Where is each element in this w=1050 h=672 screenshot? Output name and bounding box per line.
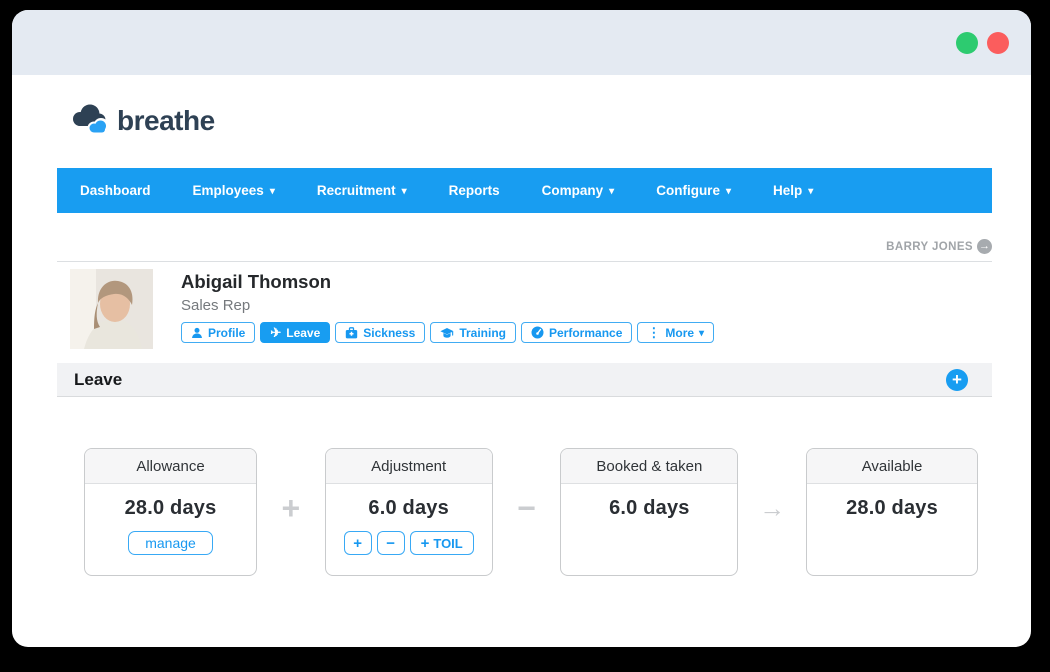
allowance-card-title: Allowance (85, 449, 256, 484)
caret-down-icon: ▾ (699, 329, 704, 339)
add-adjustment-button[interactable]: + (344, 531, 372, 555)
window-titlebar (12, 10, 1031, 75)
tab-more[interactable]: ⋮ More ▾ (637, 322, 714, 343)
person-icon (191, 327, 203, 339)
subtract-adjustment-button[interactable]: − (377, 531, 405, 555)
employee-header: Abigail Thomson Sales Rep Profile ✈ Leav… (57, 269, 992, 349)
nav-item-employees[interactable]: Employees ▾ (172, 168, 296, 213)
available-card: Available 28.0 days (806, 448, 978, 576)
adjustment-value: 6.0 days (368, 497, 449, 520)
nav-item-configure[interactable]: Configure ▾ (635, 168, 752, 213)
available-card-title: Available (807, 449, 977, 484)
tab-leave[interactable]: ✈ Leave (260, 322, 330, 343)
graduation-cap-icon (440, 327, 454, 339)
tab-training[interactable]: Training (430, 322, 516, 343)
nav-item-reports[interactable]: Reports (428, 168, 521, 213)
window-control-green[interactable] (956, 32, 978, 54)
window-control-red[interactable] (987, 32, 1009, 54)
employee-role: Sales Rep (181, 297, 714, 314)
brand-logo[interactable]: breathe (70, 102, 1031, 140)
current-user-name: BARRY JONES (886, 241, 973, 253)
main-nav: Dashboard Employees ▾ Recruitment ▾ Repo… (57, 168, 992, 213)
current-user-link[interactable]: BARRY JONES → (57, 239, 992, 254)
leave-section-header: Leave + (57, 363, 992, 397)
nav-item-company[interactable]: Company ▾ (521, 168, 636, 213)
caret-down-icon: ▾ (726, 187, 731, 197)
caret-down-icon: ▾ (402, 187, 407, 197)
employee-photo (70, 269, 153, 349)
booked-taken-card-title: Booked & taken (561, 449, 737, 484)
cloud-logo-icon (70, 103, 112, 140)
section-title: Leave (74, 370, 122, 390)
available-value: 28.0 days (846, 497, 938, 520)
nav-item-dashboard[interactable]: Dashboard (59, 168, 172, 213)
caret-down-icon: ▾ (609, 187, 614, 197)
brand-name: breathe (117, 105, 215, 137)
employee-tabs: Profile ✈ Leave (181, 322, 714, 343)
manage-allowance-button[interactable]: manage (128, 531, 213, 555)
caret-down-icon: ▾ (808, 187, 813, 197)
arrow-right-operator: → (738, 448, 806, 576)
adjustment-card-title: Adjustment (326, 449, 492, 484)
tab-performance[interactable]: Performance (521, 322, 632, 343)
vertical-dots-icon: ⋮ (647, 326, 660, 339)
airplane-icon: ✈ (270, 326, 281, 339)
nav-item-help[interactable]: Help ▾ (752, 168, 834, 213)
arrow-right-circle-icon: → (977, 239, 992, 254)
nav-item-recruitment[interactable]: Recruitment ▾ (296, 168, 428, 213)
allowance-card: Allowance 28.0 days manage (84, 448, 257, 576)
plus-operator: + (257, 448, 325, 576)
add-toil-button[interactable]: + TOIL (410, 531, 474, 555)
minus-operator: − (493, 448, 561, 576)
leave-summary: Allowance 28.0 days manage + Adjustment … (57, 448, 992, 576)
booked-taken-card: Booked & taken 6.0 days (560, 448, 738, 576)
gauge-icon (531, 326, 544, 339)
divider (57, 261, 992, 262)
employee-name: Abigail Thomson (181, 271, 714, 293)
tab-sickness[interactable]: Sickness (335, 322, 425, 343)
booked-taken-value: 6.0 days (609, 497, 690, 520)
caret-down-icon: ▾ (270, 187, 275, 197)
allowance-value: 28.0 days (125, 497, 217, 520)
add-leave-button[interactable]: + (946, 369, 968, 391)
adjustment-card: Adjustment 6.0 days + − + TOIL (325, 448, 493, 576)
app-window: breathe Dashboard Employees ▾ Recruitmen… (12, 10, 1031, 647)
tab-profile[interactable]: Profile (181, 322, 255, 343)
plus-icon: + (421, 535, 430, 552)
first-aid-icon (345, 327, 358, 339)
